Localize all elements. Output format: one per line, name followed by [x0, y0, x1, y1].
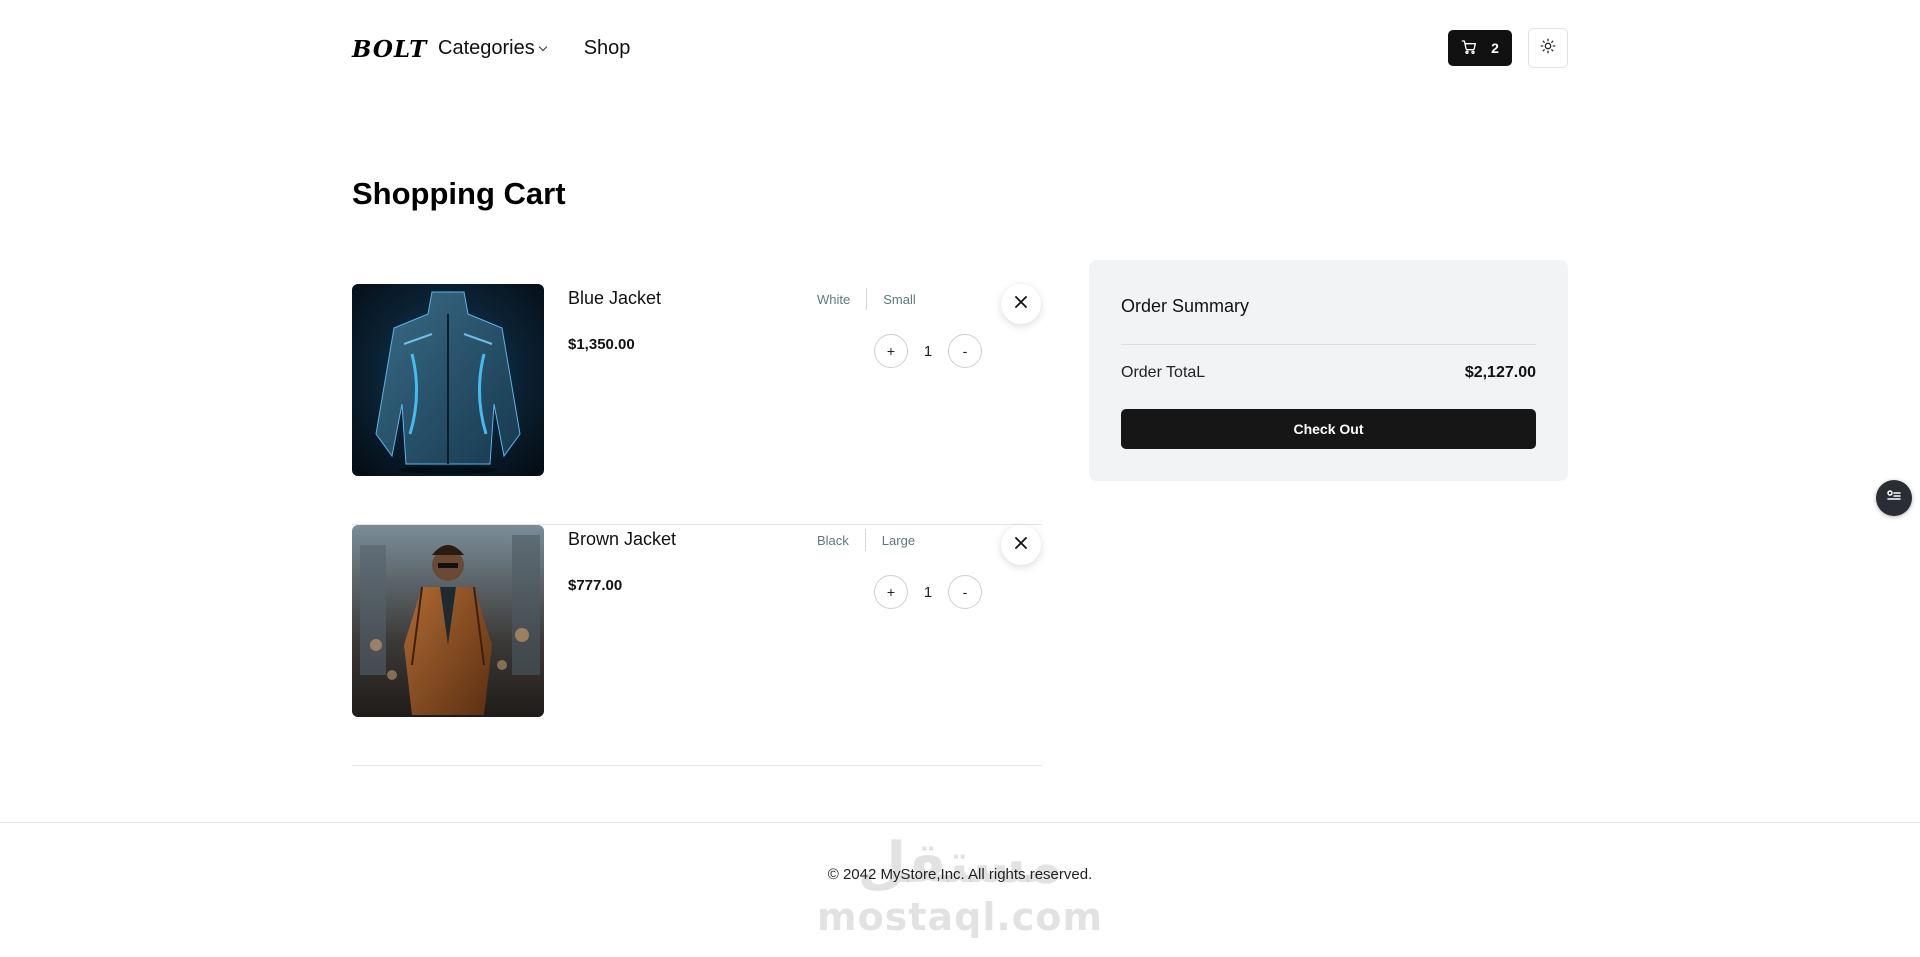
remove-item-button[interactable] [1001, 284, 1041, 324]
page-title: Shopping Cart [352, 176, 566, 211]
cart-icon [1461, 39, 1477, 58]
nav-categories[interactable]: Categories [438, 37, 547, 60]
order-total-label: Order TotaL [1121, 364, 1206, 381]
order-total-value: $2,127.00 [1464, 364, 1536, 381]
item-attributes: White Small [817, 288, 916, 310]
item-name[interactable]: Brown Jacket [568, 529, 676, 550]
chevron-down-icon [538, 42, 547, 51]
cart-item: Brown Jacket $777.00 Black Large + 1 - [352, 525, 1042, 766]
close-icon [1015, 536, 1027, 554]
nav-shop-label: Shop [583, 37, 631, 59]
floating-settings-button[interactable] [1876, 480, 1912, 516]
product-image-blue-jacket[interactable] [352, 284, 544, 476]
item-color: White [817, 291, 851, 307]
filter-list-icon [1886, 488, 1902, 509]
attribute-divider [864, 529, 866, 551]
cart-item: Blue Jacket $1,350.00 White Small + 1 - [352, 284, 1042, 525]
logo[interactable]: BOLT [352, 36, 427, 63]
item-price: $777.00 [568, 577, 623, 594]
close-icon [1015, 295, 1027, 313]
site-footer: مستقل © 2042 MyStore,Inc. All rights res… [0, 822, 1920, 957]
quantity-increase-button[interactable]: + [874, 575, 908, 609]
cart-button[interactable]: 2 [1448, 30, 1512, 66]
item-size: Small [883, 291, 916, 307]
item-size: Large [881, 532, 916, 548]
watermark-latin: mostaql.com [816, 895, 1104, 939]
remove-item-button[interactable] [1001, 525, 1041, 565]
quantity-decrease-button[interactable]: - [948, 575, 982, 609]
checkout-button[interactable]: Check Out [1121, 409, 1536, 449]
attribute-divider [866, 288, 868, 310]
site-header: BOLT Categories Shop 2 [352, 28, 1568, 68]
nav-shop[interactable]: Shop [584, 37, 631, 60]
sun-icon [1540, 38, 1556, 59]
quantity-value: 1 [923, 583, 933, 601]
quantity-increase-button[interactable]: + [874, 334, 908, 368]
quantity-decrease-button[interactable]: - [948, 334, 982, 368]
order-summary-title: Order Summary [1121, 296, 1250, 316]
watermark-arabic: مستقل [857, 831, 1063, 896]
item-name[interactable]: Blue Jacket [568, 288, 661, 309]
divider [1121, 344, 1536, 345]
copyright-text: © 2042 MyStore,Inc. All rights reserved. [827, 866, 1093, 883]
nav-categories-label: Categories [438, 37, 535, 59]
quantity-value: 1 [923, 342, 933, 360]
main-nav: Categories Shop [438, 37, 630, 60]
order-summary-panel: Order Summary Order TotaL $2,127.00 Chec… [1089, 260, 1568, 481]
product-image-brown-jacket[interactable] [352, 525, 544, 717]
quantity-stepper: + 1 - [874, 334, 982, 368]
item-color: Black [817, 532, 849, 548]
cart-count: 2 [1491, 40, 1499, 56]
quantity-stepper: + 1 - [874, 575, 982, 609]
item-attributes: Black Large [817, 529, 915, 551]
cart-list: Blue Jacket $1,350.00 White Small + 1 - [352, 284, 1042, 766]
theme-toggle-button[interactable] [1528, 28, 1568, 68]
item-price: $1,350.00 [568, 336, 635, 353]
